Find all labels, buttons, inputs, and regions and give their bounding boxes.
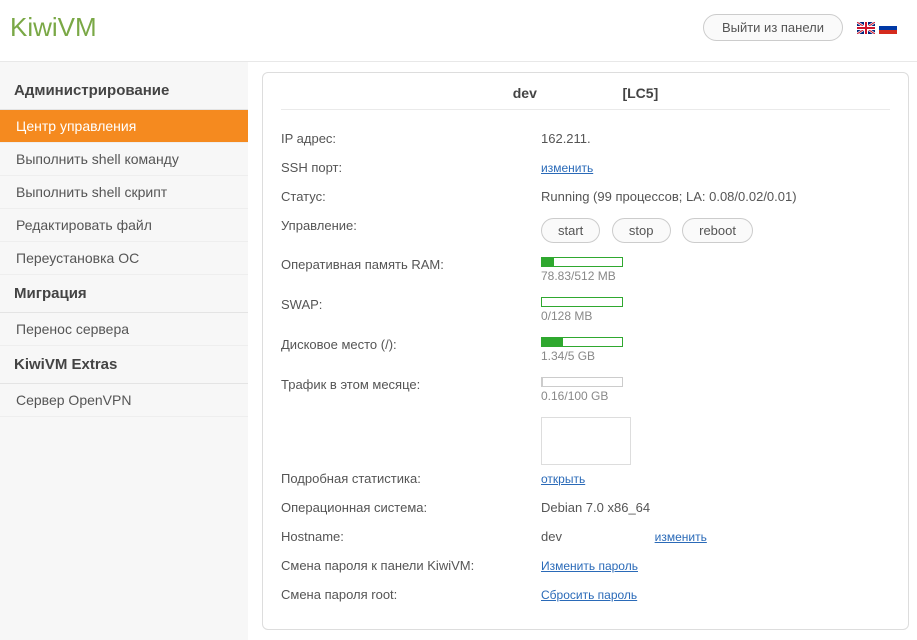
stop-button[interactable]: stop [612, 218, 671, 243]
stats-thumbnail [541, 417, 631, 465]
sidebar-item-migrate[interactable]: Перенос сервера [0, 313, 248, 346]
swap-text: 0/128 MB [541, 309, 890, 323]
traffic-text: 0.16/100 GB [541, 389, 890, 403]
content: АдминистрированиеЦентр управленияВыполни… [0, 62, 917, 640]
main: dev [LC5] IP адрес: 162.211. SSH порт: и… [248, 62, 917, 640]
status-value: Running (99 процессов; LA: 0.08/0.02/0.0… [541, 189, 890, 204]
sidebar-group-title: KiwiVM Extras [0, 346, 248, 384]
root-pw-label: Смена пароля root: [281, 587, 541, 602]
os-value: Debian 7.0 x86_64 [541, 500, 890, 515]
stats-label: Подробная статистика: [281, 471, 541, 486]
panel-title-suffix: [LC5] [622, 85, 658, 101]
ssh-change-link[interactable]: изменить [541, 161, 593, 175]
traffic-bar [541, 377, 623, 387]
ip-label: IP адрес: [281, 131, 541, 146]
disk-text: 1.34/5 GB [541, 349, 890, 363]
status-label: Статус: [281, 189, 541, 204]
kiwivm-pw-link[interactable]: Изменить пароль [541, 559, 638, 573]
swap-label: SWAP: [281, 297, 541, 312]
logout-button[interactable]: Выйти из панели [703, 14, 843, 41]
panel-title: dev [LC5] [281, 85, 890, 110]
reboot-button[interactable]: reboot [682, 218, 753, 243]
os-label: Операционная система: [281, 500, 541, 515]
language-flags [857, 22, 897, 34]
disk-bar [541, 337, 623, 347]
sidebar-item-shell-script[interactable]: Выполнить shell скрипт [0, 176, 248, 209]
kiwivm-pw-label: Смена пароля к панели KiwiVM: [281, 558, 541, 573]
flag-en-icon[interactable] [857, 22, 875, 34]
header-right: Выйти из панели [703, 14, 897, 41]
sidebar-group-title: Администрирование [0, 72, 248, 110]
ram-text: 78.83/512 MB [541, 269, 890, 283]
panel-title-prefix: dev [513, 85, 537, 101]
header: KiwiVM Выйти из панели [0, 0, 917, 62]
start-button[interactable]: start [541, 218, 600, 243]
swap-bar [541, 297, 623, 307]
stats-open-link[interactable]: открыть [541, 472, 585, 486]
sidebar-item-reinstall-os[interactable]: Переустановка ОС [0, 242, 248, 275]
control-panel: dev [LC5] IP адрес: 162.211. SSH порт: и… [262, 72, 909, 630]
ram-label: Оперативная память RAM: [281, 257, 541, 272]
hostname-change-link[interactable]: изменить [655, 530, 707, 544]
disk-label: Дисковое место (/): [281, 337, 541, 352]
sidebar-item-edit-file[interactable]: Редактировать файл [0, 209, 248, 242]
hostname-label: Hostname: [281, 529, 541, 544]
flag-ru-icon[interactable] [879, 22, 897, 34]
sidebar-item-shell-cmd[interactable]: Выполнить shell команду [0, 143, 248, 176]
sidebar-item-control-center[interactable]: Центр управления [0, 110, 248, 143]
ram-bar [541, 257, 623, 267]
traffic-label: Трафик в этом месяце: [281, 377, 541, 392]
ssh-label: SSH порт: [281, 160, 541, 175]
sidebar: АдминистрированиеЦентр управленияВыполни… [0, 62, 248, 640]
sidebar-item-openvpn[interactable]: Сервер OpenVPN [0, 384, 248, 417]
control-label: Управление: [281, 218, 541, 233]
root-pw-link[interactable]: Сбросить пароль [541, 588, 637, 602]
hostname-value: dev [541, 529, 651, 544]
sidebar-group-title: Миграция [0, 275, 248, 313]
ip-value: 162.211. [541, 131, 890, 146]
brand-logo: KiwiVM [10, 12, 97, 43]
